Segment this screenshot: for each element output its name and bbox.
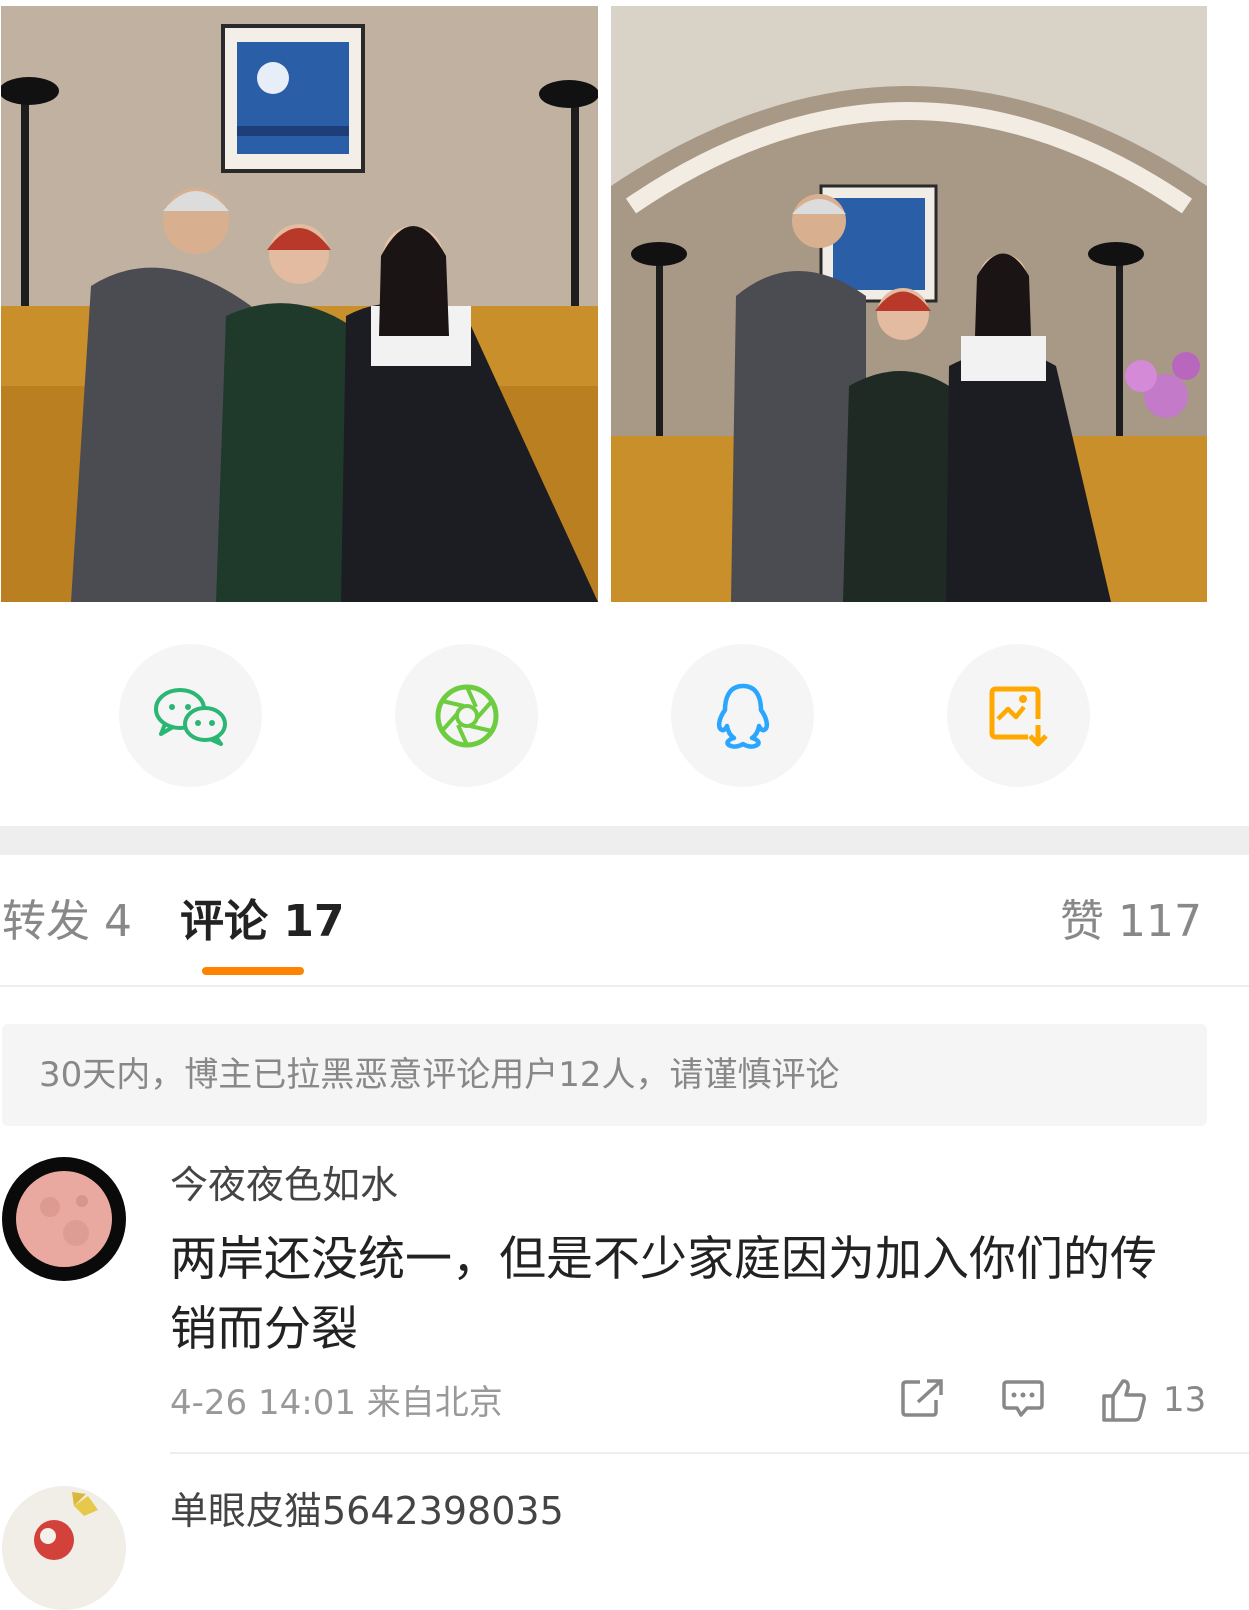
forward-icon	[901, 1379, 943, 1417]
comment-username[interactable]: 今夜夜色如水	[170, 1160, 398, 1210]
comment-divider	[170, 1452, 1249, 1454]
avatar[interactable]	[2, 1157, 126, 1281]
post-photo-1[interactable]	[1, 6, 598, 602]
share-qq-button[interactable]	[671, 644, 814, 787]
share-moments-button[interactable]	[395, 644, 538, 787]
post-photo-2[interactable]	[611, 6, 1207, 602]
like-count: 13	[1163, 1380, 1207, 1420]
qq-icon	[716, 683, 769, 749]
thumbs-up-icon	[1102, 1379, 1146, 1422]
reply-icon	[1002, 1380, 1044, 1417]
like-comment-button[interactable]: 13	[1101, 1378, 1206, 1422]
photo-1-image	[1, 6, 598, 602]
forward-comment-button[interactable]	[900, 1378, 944, 1418]
photo-2-image	[611, 6, 1207, 602]
reply-comment-button[interactable]	[1001, 1378, 1045, 1418]
comment-notice: 30天内，博主已拉黑恶意评论用户12人，请谨慎评论	[2, 1024, 1207, 1126]
tab-repost[interactable]: 转发 4	[2, 893, 132, 951]
comment-username[interactable]: 单眼皮猫5642398035	[170, 1486, 564, 1536]
tab-comments[interactable]: 评论 17	[180, 893, 345, 951]
wechat-icon	[153, 687, 227, 746]
tabs-divider	[0, 985, 1249, 987]
save-image-button[interactable]	[947, 644, 1090, 787]
comment-text: 两岸还没统一，但是不少家庭因为加入你们的传销而分裂	[170, 1232, 1157, 1357]
tab-likes[interactable]: 赞 117	[1060, 893, 1202, 951]
comment-meta: 4-26 14:01 来自北京	[170, 1383, 503, 1423]
save-image-icon	[989, 686, 1048, 746]
active-tab-indicator	[202, 967, 304, 975]
avatar[interactable]	[2, 1486, 126, 1610]
avatar-moon-image	[2, 1157, 126, 1281]
avatar-butterfly-image	[2, 1486, 126, 1610]
comment-notice-text: 30天内，博主已拉黑恶意评论用户12人，请谨慎评论	[39, 1055, 840, 1095]
section-divider	[0, 826, 1249, 855]
moments-icon	[435, 684, 498, 747]
share-wechat-button[interactable]	[119, 644, 262, 787]
